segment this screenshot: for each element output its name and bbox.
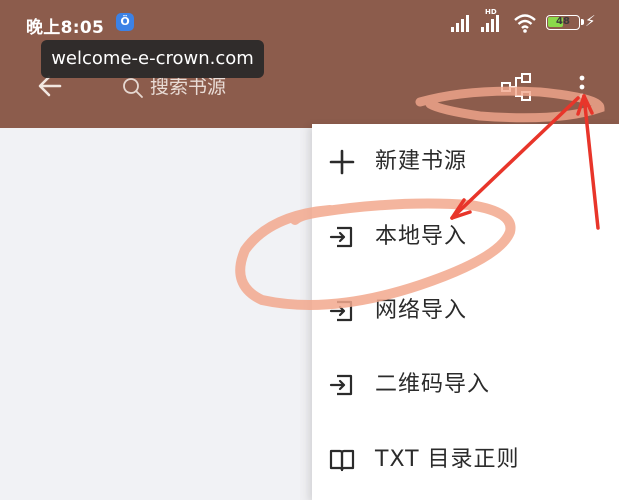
plus-icon bbox=[329, 149, 355, 175]
charging-icon: ⚡ bbox=[585, 12, 596, 30]
menu-item-label: TXT 目录正则 bbox=[375, 447, 520, 472]
search-placeholder: 搜索书源 bbox=[150, 76, 227, 98]
signal-hd-icon: HD bbox=[481, 8, 505, 32]
book-source-list bbox=[0, 128, 300, 500]
tree-group-icon[interactable] bbox=[500, 72, 534, 102]
menu-item-label: 二维码导入 bbox=[375, 372, 491, 397]
battery-icon: 48 bbox=[546, 15, 584, 30]
notification-icon: Ö bbox=[116, 13, 134, 31]
menu-item-local-import[interactable]: 本地导入 bbox=[312, 207, 619, 267]
import-icon bbox=[329, 300, 353, 322]
status-time: 晚上8:05 bbox=[26, 18, 105, 38]
signal-hd-label: HD bbox=[485, 8, 497, 16]
import-icon bbox=[329, 226, 353, 248]
menu-item-qr-import[interactable]: 二维码导入 bbox=[312, 355, 619, 415]
wifi-icon bbox=[514, 14, 536, 33]
more-vertical-icon[interactable] bbox=[572, 72, 592, 102]
battery-level: 48 bbox=[556, 16, 570, 27]
menu-item-txt-regex[interactable]: TXT 目录正则 bbox=[312, 430, 619, 490]
signal-icon bbox=[451, 14, 475, 32]
menu-item-new-source[interactable]: 新建书源 bbox=[312, 132, 619, 192]
menu-item-label: 网络导入 bbox=[375, 298, 468, 323]
status-indicators: HD 48 ⚡ bbox=[451, 8, 601, 34]
site-url-badge: welcome-e-crown.com bbox=[41, 40, 264, 78]
import-icon bbox=[329, 374, 353, 396]
menu-item-label: 新建书源 bbox=[375, 149, 468, 174]
menu-item-network-import[interactable]: 网络导入 bbox=[312, 281, 619, 341]
menu-item-label: 本地导入 bbox=[375, 224, 468, 249]
search-icon bbox=[123, 78, 143, 98]
book-icon bbox=[329, 449, 355, 472]
overflow-menu: 新建书源 本地导入 网络导入 二维码导入 TXT 目录正则 bbox=[312, 124, 619, 500]
